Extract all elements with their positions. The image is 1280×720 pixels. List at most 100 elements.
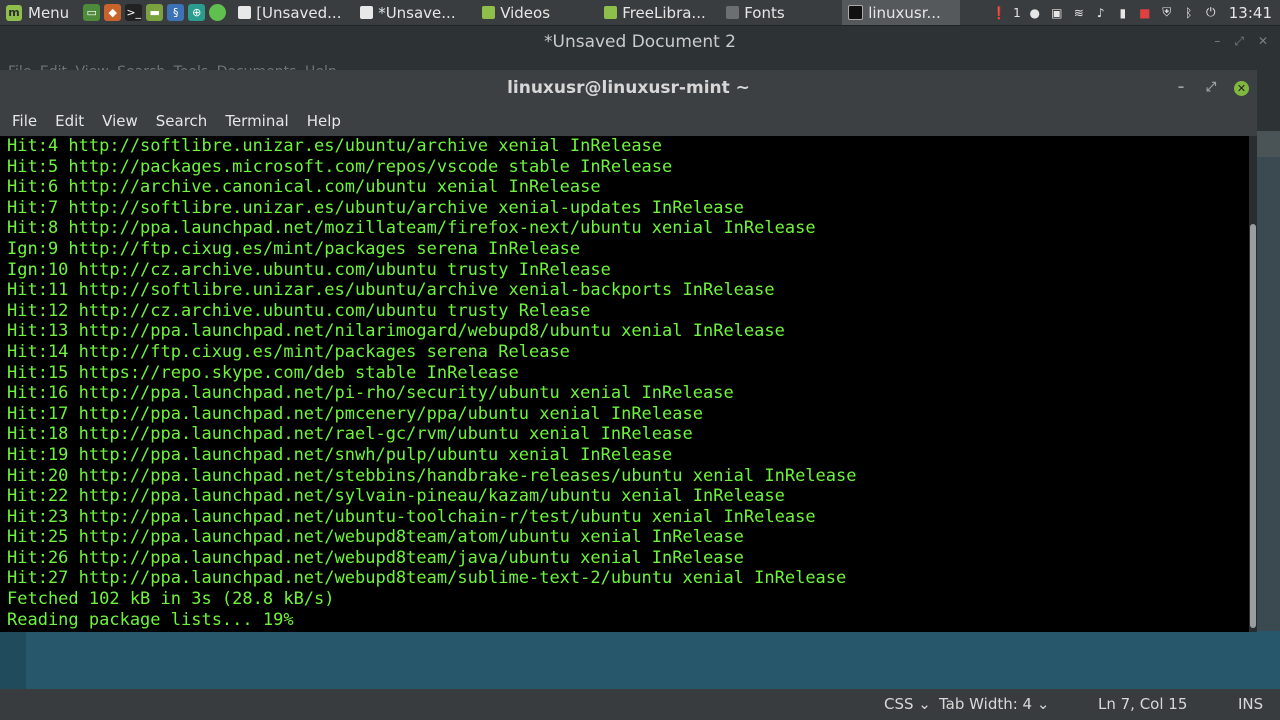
clock[interactable]: 13:41 — [1229, 4, 1272, 22]
tab-width-selector[interactable]: Tab Width: 4 ⌄ — [939, 695, 1049, 713]
wifi-icon[interactable]: ≋ — [1071, 5, 1087, 21]
tab-width-label: Tab Width: 4 — [939, 695, 1033, 713]
task-videos[interactable]: Videos — [476, 0, 598, 25]
shield-icon[interactable]: ⛨ — [1159, 5, 1175, 21]
terminal-line: Ign:10 http://cz.archive.ubuntu.com/ubun… — [7, 259, 611, 280]
maximize-icon[interactable]: ⤢ — [1234, 34, 1244, 49]
editor-title: *Unsaved Document 2 — [544, 32, 736, 52]
system-tray: ❗ 1 ● ▣ ≋ ♪ ▮ ■ ⛨ ᛒ ⏻ 13:41 — [991, 0, 1272, 25]
task-unsaved-doc-2[interactable]: *Unsave... — [354, 0, 476, 25]
terminal-line: Reading package lists... 19% — [7, 609, 294, 630]
cursor-position: Ln 7, Col 15 — [1098, 695, 1188, 713]
terminal-line: Hit:14 http://ftp.cixug.es/mint/packages… — [7, 341, 570, 362]
task-label: Fonts — [744, 3, 785, 22]
task-label: Videos — [500, 3, 551, 22]
text-editor-icon — [238, 6, 252, 19]
text-editor-icon — [360, 6, 374, 19]
folder-icon — [482, 6, 496, 19]
bluetooth-icon[interactable]: ᛒ — [1181, 5, 1197, 21]
folder-icon — [604, 6, 618, 19]
task-freelibra[interactable]: FreeLibra... — [598, 0, 720, 25]
files-launcher-icon[interactable]: ▬ — [146, 4, 164, 21]
menu-terminal[interactable]: Terminal — [225, 112, 288, 130]
terminal-line: Hit:18 http://ppa.launchpad.net/rael-gc/… — [7, 424, 693, 445]
menu-button[interactable]: m Menu — [0, 0, 75, 25]
task-unsaved-doc-1[interactable]: [Unsaved... — [232, 0, 354, 25]
terminal-scrollbar[interactable] — [1249, 136, 1257, 632]
terminal-line: Hit:5 http://packages.microsoft.com/repo… — [7, 156, 673, 177]
user-icon[interactable]: ● — [1027, 5, 1043, 21]
terminal-line: Hit:23 http://ppa.launchpad.net/ubuntu-t… — [7, 506, 816, 527]
task-label: FreeLibra... — [622, 3, 706, 22]
terminal-menubar: File Edit View Search Terminal Help — [0, 106, 1257, 136]
terminal-window: linuxusr@linuxusr-mint ~ – ⤢ ✕ File Edit… — [0, 70, 1257, 632]
menu-file[interactable]: File — [12, 112, 37, 130]
menu-edit[interactable]: Edit — [55, 112, 84, 130]
notification-count: 1 — [1013, 5, 1021, 20]
menu-search[interactable]: Search — [156, 112, 208, 130]
task-label: *Unsave... — [378, 3, 456, 22]
menu-label: Menu — [28, 3, 70, 22]
language-selector[interactable]: CSS ⌄ — [884, 695, 931, 713]
terminal-line: Hit:20 http://ppa.launchpad.net/stebbins… — [7, 465, 857, 486]
editor-statusbar: CSS ⌄ Tab Width: 4 ⌄ Ln 7, Col 15 INS — [0, 689, 1280, 720]
terminal-window-controls: – ⤢ ✕ — [1174, 70, 1249, 106]
battery-icon[interactable]: ▮ — [1115, 5, 1131, 21]
terminal-title: linuxusr@linuxusr-mint ~ — [507, 78, 750, 98]
terminal-line: Hit:22 http://ppa.launchpad.net/sylvain-… — [7, 486, 785, 507]
terminal-line: Hit:16 http://ppa.launchpad.net/pi-rho/s… — [7, 383, 734, 404]
terminal-line: Hit:25 http://ppa.launchpad.net/webupd8t… — [7, 527, 744, 548]
terminal-line: Hit:12 http://cz.archive.ubuntu.com/ubun… — [7, 300, 591, 321]
volume-icon[interactable]: ♪ — [1093, 5, 1109, 21]
terminal-line: Hit:4 http://softlibre.unizar.es/ubuntu/… — [7, 136, 663, 156]
editor-window-controls: – ⤢ ✕ — [1214, 34, 1268, 49]
terminal-line: Hit:27 http://ppa.launchpad.net/webupd8t… — [7, 568, 847, 589]
terminal-line: Hit:6 http://archive.canonical.com/ubunt… — [7, 177, 601, 198]
editor-tab[interactable] — [1256, 131, 1280, 157]
show-desktop-icon[interactable]: ▭ — [83, 4, 101, 21]
minimize-icon[interactable]: – — [1214, 34, 1220, 49]
top-panel: m Menu ▭ ◆ >_ ▬ § ⊕ [Unsaved... *Unsave.… — [0, 0, 1280, 26]
menu-view[interactable]: View — [102, 112, 138, 130]
minimize-icon[interactable]: – — [1174, 70, 1188, 106]
network-tool-icon[interactable]: ⊕ — [188, 4, 206, 21]
terminal-line: Hit:17 http://ppa.launchpad.net/pmcenery… — [7, 403, 703, 424]
terminal-line: Hit:26 http://ppa.launchpad.net/webupd8t… — [7, 547, 744, 568]
language-label: CSS — [884, 695, 914, 713]
terminal-output[interactable]: Hit:4 http://softlibre.unizar.es/ubuntu/… — [0, 136, 1249, 632]
software-manager-icon[interactable]: ◆ — [104, 4, 122, 21]
terminal-line: Ign:9 http://ftp.cixug.es/mint/packages … — [7, 238, 581, 259]
terminal-line: Hit:13 http://ppa.launchpad.net/nilarimo… — [7, 321, 785, 342]
terminal-launcher-icon[interactable]: >_ — [125, 4, 143, 21]
terminal-line: Hit:7 http://softlibre.unizar.es/ubuntu/… — [7, 197, 744, 218]
font-viewer-icon — [726, 6, 740, 19]
task-label: linuxusr... — [868, 3, 941, 22]
task-label: [Unsaved... — [256, 3, 342, 22]
editor-tab-strip — [1256, 131, 1280, 631]
screenshot-icon[interactable]: ▣ — [1049, 5, 1065, 21]
close-icon[interactable]: ✕ — [1258, 34, 1268, 49]
close-icon[interactable]: ✕ — [1234, 80, 1249, 96]
launchers: ▭ ◆ >_ ▬ § ⊕ — [83, 4, 227, 21]
power-icon[interactable]: ⏻ — [1203, 5, 1219, 21]
task-fonts[interactable]: Fonts — [720, 0, 842, 25]
green-circle-app-icon[interactable] — [209, 4, 227, 21]
menu-help[interactable]: Help — [307, 112, 341, 130]
insert-mode: INS — [1238, 695, 1264, 713]
notification-icon[interactable]: ❗ — [991, 5, 1007, 21]
terminal-icon — [848, 5, 864, 20]
python-icon[interactable]: § — [167, 4, 185, 21]
record-icon[interactable]: ■ — [1137, 5, 1153, 21]
terminal-line: Fetched 102 kB in 3s (28.8 kB/s) — [7, 589, 335, 610]
terminal-line: Hit:19 http://ppa.launchpad.net/snwh/pul… — [7, 444, 673, 465]
scrollbar-thumb[interactable] — [1250, 224, 1256, 628]
mint-logo-icon: m — [6, 4, 22, 21]
line-number-gutter — [0, 631, 26, 689]
terminal-titlebar[interactable]: linuxusr@linuxusr-mint ~ – ⤢ ✕ — [0, 70, 1257, 106]
task-terminal[interactable]: linuxusr... — [842, 0, 961, 25]
taskbar: [Unsaved... *Unsave... Videos FreeLibra.… — [232, 0, 961, 25]
terminal-line: Hit:15 https://repo.skype.com/deb stable… — [7, 362, 519, 383]
terminal-line: Hit:11 http://softlibre.unizar.es/ubuntu… — [7, 280, 775, 301]
editor-text-area[interactable] — [0, 631, 1280, 689]
maximize-icon[interactable]: ⤢ — [1204, 70, 1218, 106]
